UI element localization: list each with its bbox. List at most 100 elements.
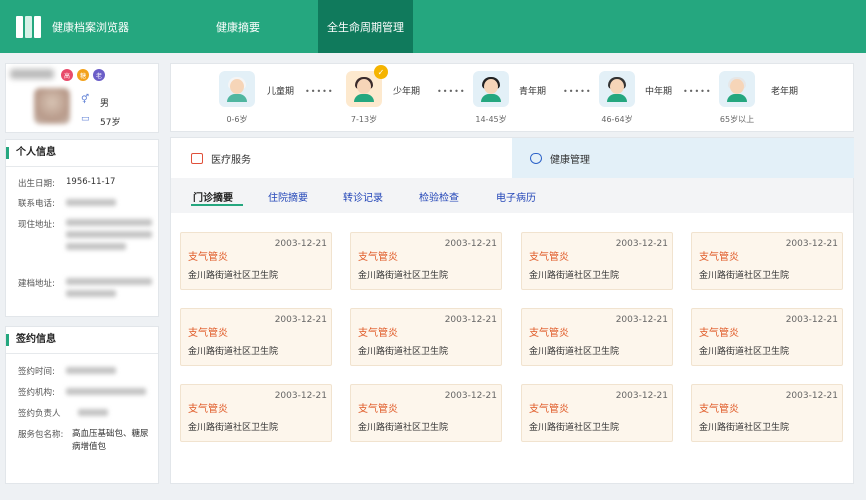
medical-kit-icon [191, 152, 203, 164]
visit-diagnosis: 支气管炎 [529, 252, 569, 263]
tab-outpatient-summary[interactable]: 门诊摘要 [193, 189, 233, 204]
nav-health-summary[interactable]: 健康摘要 [200, 0, 276, 53]
birth-date-value: 1956-11-17 [66, 177, 116, 187]
visit-hospital: 金川路街道社区卫生院 [699, 347, 790, 357]
visit-date: 2003-12-21 [785, 391, 838, 401]
tab-emr[interactable]: 电子病历 [496, 189, 536, 204]
visit-card[interactable]: 2003-12-21 支气管炎 金川路街道社区卫生院 [521, 232, 673, 290]
phone-value-redacted [66, 199, 116, 211]
visit-date: 2003-12-21 [274, 315, 327, 325]
visit-hospital: 金川路街道社区卫生院 [358, 271, 449, 281]
active-tab-indicator [191, 204, 243, 206]
contract-person-label: 签约负责人 [18, 409, 61, 419]
nav-lifecycle-management[interactable]: 全生命周期管理 [318, 0, 413, 53]
visit-date: 2003-12-21 [615, 315, 668, 325]
lifecycle-stage-bar: 儿童期 0-6岁 ••••• ✓ 少年期 7-13岁 ••••• 青年期 14-… [170, 63, 854, 132]
service-panel: 医疗服务 健康管理 门诊摘要 住院摘要 转诊记录 检验检查 电子病历 2003-… [170, 137, 854, 484]
visit-card[interactable]: 2003-12-21 支气管炎 金川路街道社区卫生院 [521, 384, 673, 442]
tab-health-management[interactable]: 健康管理 [512, 138, 854, 178]
visit-hospital: 金川路街道社区卫生院 [188, 271, 279, 281]
elderly-badge: 老 [93, 69, 105, 81]
visit-date: 2003-12-21 [444, 391, 497, 401]
age-icon: ▭ [81, 114, 90, 124]
visit-card[interactable]: 2003-12-21 支气管炎 金川路街道社区卫生院 [350, 308, 502, 366]
visit-card[interactable]: 2003-12-21 支气管炎 金川路街道社区卫生院 [180, 308, 332, 366]
tab-lab-tests[interactable]: 检验检查 [419, 189, 459, 204]
tab-referral-records[interactable]: 转诊记录 [343, 189, 383, 204]
age-value: 57岁 [100, 118, 121, 128]
stage-connector-dots: ••••• [683, 87, 712, 96]
personal-info-panel: 个人信息 出生日期: 1956-11-17 联系电话: 现住地址: 建档地址: [5, 139, 159, 317]
stage-youth-icon[interactable] [473, 71, 509, 107]
divider [6, 353, 158, 354]
visit-hospital: 金川路街道社区卫生院 [529, 271, 620, 281]
visit-diagnosis: 支气管炎 [358, 328, 398, 339]
stage-teen-label[interactable]: 少年期 [393, 84, 420, 97]
tab-health-management-label: 健康管理 [550, 154, 590, 166]
visit-hospital: 金川路街道社区卫生院 [699, 271, 790, 281]
visit-date: 2003-12-21 [274, 391, 327, 401]
visit-card[interactable]: 2003-12-21 支气管炎 金川路街道社区卫生院 [691, 308, 843, 366]
tab-medical-service[interactable]: 医疗服务 [171, 138, 512, 178]
visit-diagnosis: 支气管炎 [529, 328, 569, 339]
profile-card: 高 糖 老 ⚥ 男 ▭ 57岁 [5, 63, 159, 133]
visit-diagnosis: 支气管炎 [188, 404, 228, 415]
visit-card[interactable]: 2003-12-21 支气管炎 金川路街道社区卫生院 [521, 308, 673, 366]
visit-diagnosis: 支气管炎 [699, 252, 739, 263]
stage-connector-dots: ••••• [437, 87, 466, 96]
visit-hospital: 金川路街道社区卫生院 [529, 423, 620, 433]
tab-inpatient-summary[interactable]: 住院摘要 [268, 189, 308, 204]
phone-label: 联系电话: [18, 199, 55, 209]
visit-card[interactable]: 2003-12-21 支气管炎 金川路街道社区卫生院 [180, 384, 332, 442]
avatar [34, 88, 70, 124]
visit-diagnosis: 支气管炎 [699, 328, 739, 339]
stage-child-age: 0-6岁 [226, 115, 248, 124]
archive-logo-icon [16, 14, 42, 38]
stage-elder-age: 65岁以上 [719, 115, 755, 124]
stage-middle-age-label[interactable]: 中年期 [645, 84, 672, 97]
visit-card[interactable]: 2003-12-21 支气管炎 金川路街道社区卫生院 [691, 232, 843, 290]
package-label: 服务包名称: [18, 430, 64, 440]
record-address-label: 建档地址: [18, 279, 55, 289]
visit-card[interactable]: 2003-12-21 支气管炎 金川路街道社区卫生院 [691, 384, 843, 442]
visit-date: 2003-12-21 [785, 239, 838, 249]
visit-diagnosis: 支气管炎 [529, 404, 569, 415]
stage-child-label[interactable]: 儿童期 [267, 84, 294, 97]
stage-middle-age-age: 46-64岁 [601, 115, 633, 124]
stage-child-icon[interactable] [219, 71, 255, 107]
divider [6, 166, 158, 167]
visit-diagnosis: 支气管炎 [699, 404, 739, 415]
visit-hospital: 金川路街道社区卫生院 [529, 347, 620, 357]
contract-info-panel: 签约信息 签约时间: 签约机构: 签约负责人 服务包名称: 高血压基础包、糖尿病… [5, 326, 159, 484]
personal-info-title: 个人信息 [6, 147, 56, 159]
stage-youth-label[interactable]: 青年期 [519, 84, 546, 97]
record-address-value-redacted [66, 278, 152, 302]
visit-card[interactable]: 2003-12-21 支气管炎 金川路街道社区卫生院 [350, 384, 502, 442]
app-title: 健康档案浏览器 [52, 21, 129, 34]
visit-hospital: 金川路街道社区卫生院 [188, 347, 279, 357]
visit-date: 2003-12-21 [444, 315, 497, 325]
contract-time-redacted [66, 367, 116, 379]
address-label: 现住地址: [18, 220, 55, 230]
stage-elder-icon[interactable] [719, 71, 755, 107]
visit-hospital: 金川路街道社区卫生院 [188, 423, 279, 433]
birth-date-label: 出生日期: [18, 179, 55, 189]
visit-card[interactable]: 2003-12-21 支气管炎 金川路街道社区卫生院 [180, 232, 332, 290]
contract-info-title: 签约信息 [6, 334, 56, 346]
address-value-redacted [66, 219, 152, 255]
visit-hospital: 金川路街道社区卫生院 [699, 423, 790, 433]
visit-hospital: 金川路街道社区卫生院 [358, 347, 449, 357]
selected-check-icon: ✓ [374, 65, 388, 79]
patient-name-redacted [10, 69, 54, 79]
stage-connector-dots: ••••• [305, 87, 334, 96]
visit-date: 2003-12-21 [444, 239, 497, 249]
diabetes-badge: 糖 [77, 69, 89, 81]
contract-person-redacted [78, 409, 108, 421]
stage-elder-label[interactable]: 老年期 [771, 84, 798, 97]
stage-teen-icon[interactable]: ✓ [346, 65, 388, 107]
package-value: 高血压基础包、糖尿病增值包 [72, 429, 149, 452]
visit-diagnosis: 支气管炎 [358, 404, 398, 415]
stage-middle-age-icon[interactable] [599, 71, 635, 107]
visit-card[interactable]: 2003-12-21 支气管炎 金川路街道社区卫生院 [350, 232, 502, 290]
visit-hospital: 金川路街道社区卫生院 [358, 423, 449, 433]
